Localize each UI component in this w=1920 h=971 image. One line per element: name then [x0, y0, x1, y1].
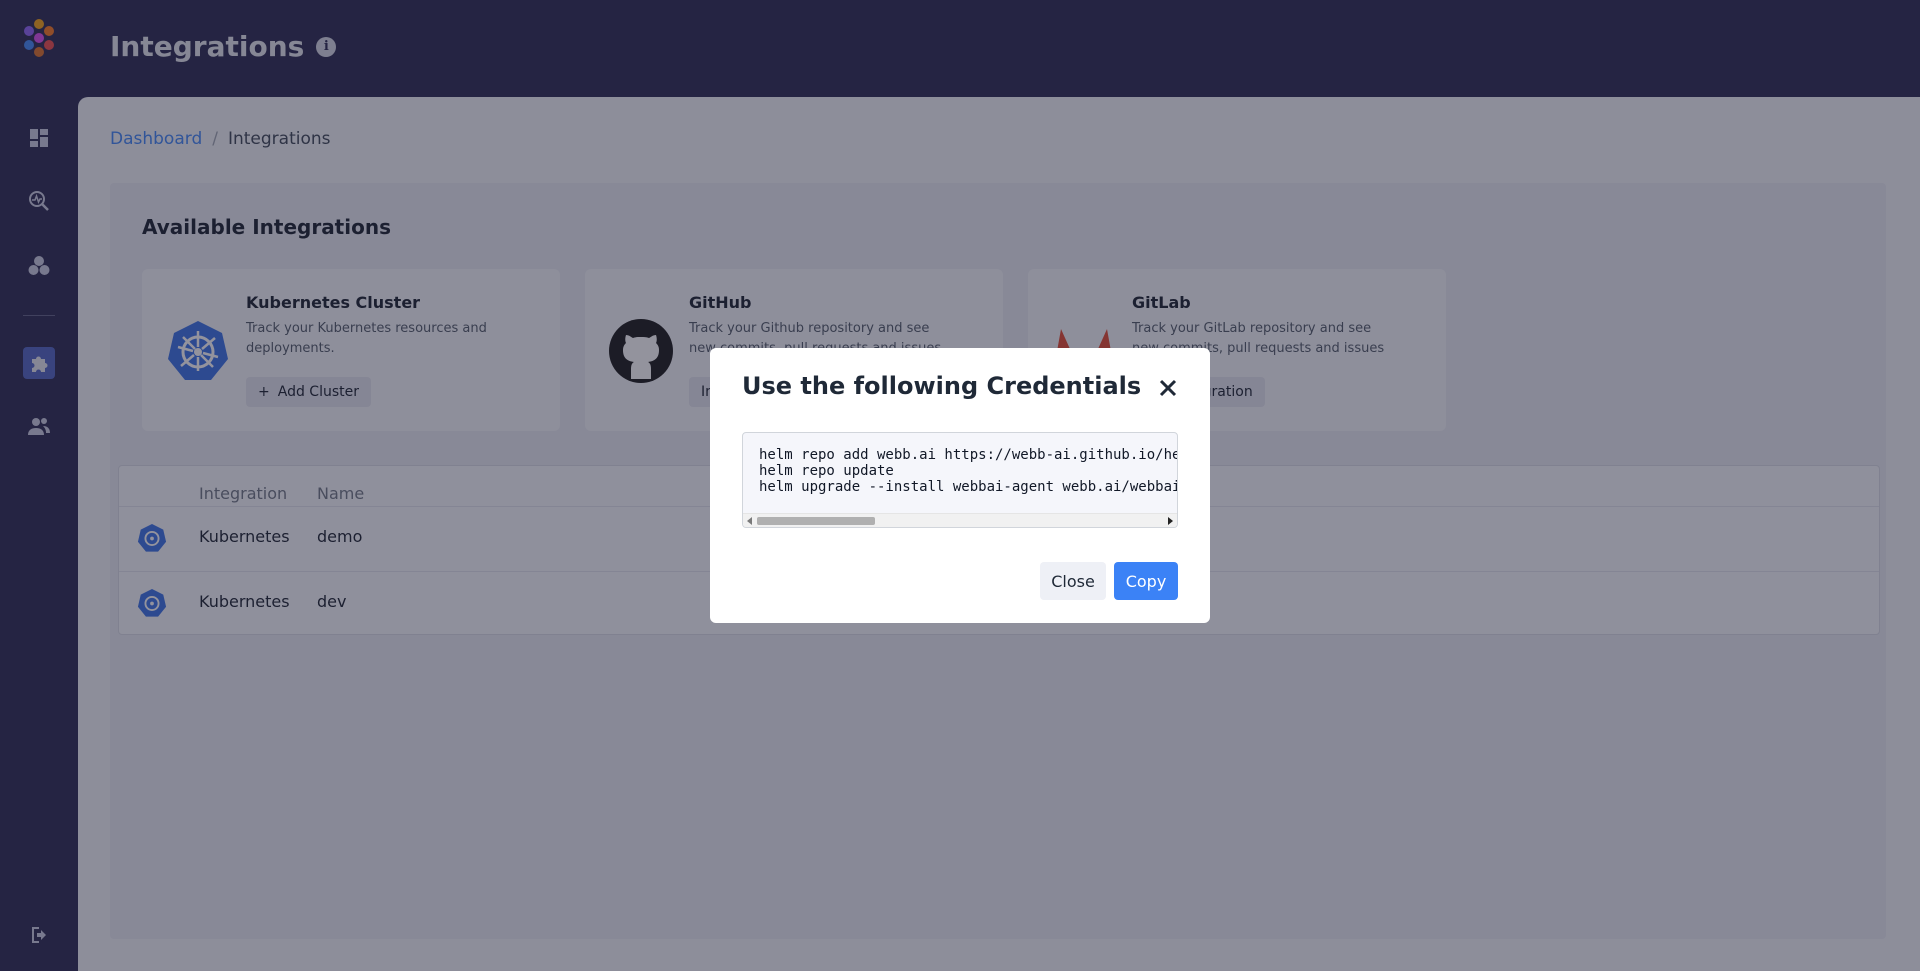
code-line: helm repo update [759, 463, 894, 479]
copy-button[interactable]: Copy [1114, 562, 1178, 600]
close-icon [1159, 379, 1177, 397]
credentials-modal: Use the following Credentials helm repo … [710, 348, 1210, 623]
code-line: helm upgrade --install webbai-agent webb… [759, 479, 1177, 495]
scroll-right-icon[interactable] [1168, 517, 1173, 525]
horizontal-scrollbar[interactable] [743, 513, 1177, 527]
modal-close-button[interactable] [1154, 374, 1182, 402]
code-line: helm repo add webb.ai https://webb-ai.gi… [759, 447, 1177, 463]
scroll-left-icon[interactable] [747, 517, 752, 525]
close-button[interactable]: Close [1040, 562, 1106, 600]
modal-title: Use the following Credentials [742, 372, 1142, 400]
credentials-code-block[interactable]: helm repo add webb.ai https://webb-ai.gi… [742, 432, 1178, 528]
scrollbar-thumb[interactable] [757, 517, 875, 525]
